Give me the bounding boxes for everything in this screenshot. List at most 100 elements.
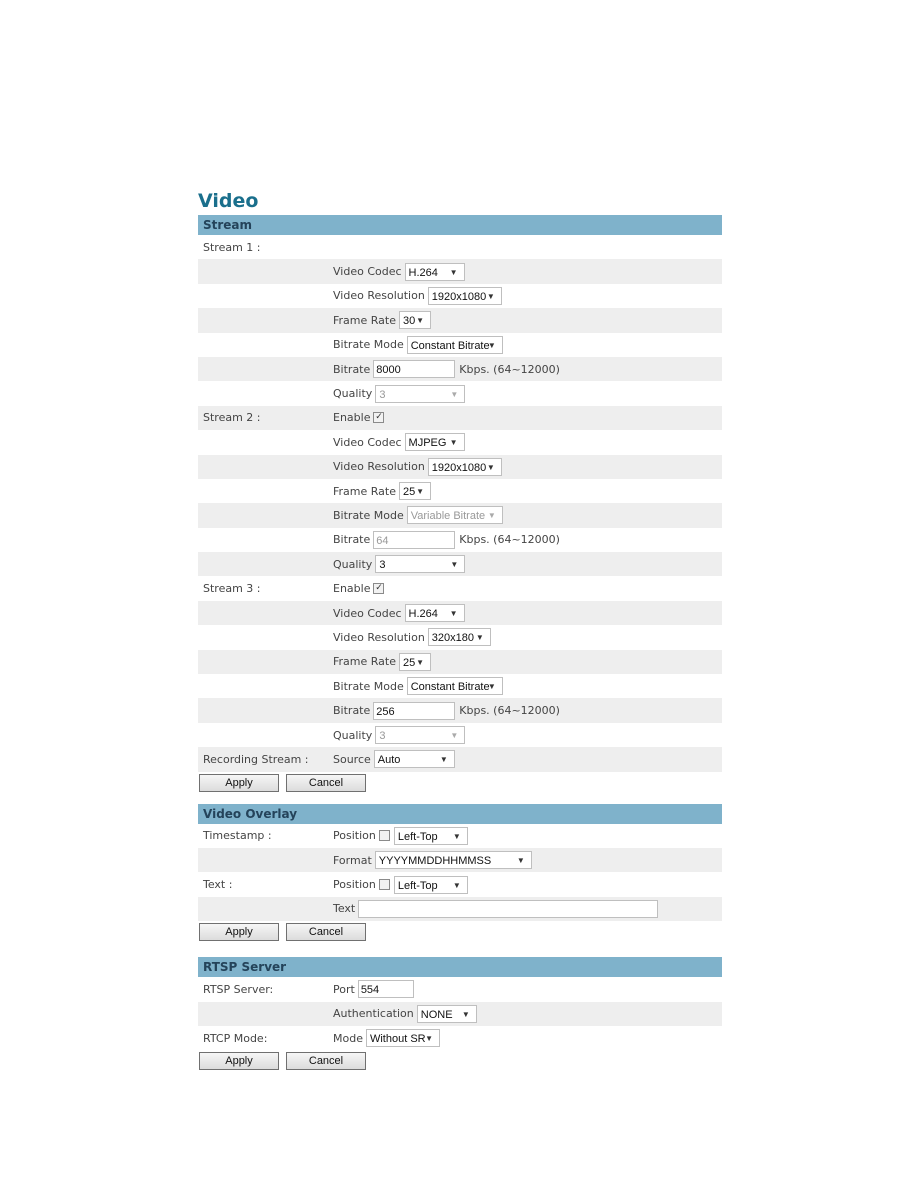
timestamp-format-row: Format YYYYMMDDHHMMSS ▼ (198, 847, 722, 873)
video-settings-page: Video Stream Stream 1 : Video Codec H.26… (198, 188, 722, 1072)
stream3-bitrate-mode-select[interactable]: Constant Bitrate ▼ (406, 677, 503, 696)
stream1-video-codec-select[interactable]: H.264 ▼ (404, 262, 465, 281)
text-enable-checkbox[interactable] (378, 879, 390, 891)
chevron-down-icon: ▼ (461, 1009, 470, 1019)
chevron-down-icon: ▼ (452, 880, 461, 890)
stream3-bitrate-input[interactable]: 256 (373, 701, 456, 720)
selected-value: Left-Top (397, 879, 438, 892)
quality-label: Quality (333, 557, 373, 571)
chevron-down-icon: ▼ (450, 389, 459, 399)
chevron-down-icon: ▼ (452, 831, 461, 841)
stream3-resolution-select[interactable]: 320x180 ▼ (427, 628, 491, 647)
stream1-quality-row: Quality 3 ▼ (198, 381, 722, 405)
stream3-framerate-row: Frame Rate 25 ▼ (198, 649, 722, 675)
stream2-video-codec-select[interactable]: MJPEG ▼ (404, 433, 465, 452)
chevron-down-icon: ▼ (487, 511, 496, 521)
stream3-enable-checkbox[interactable]: ✓ (373, 583, 385, 595)
mode-label: Mode (333, 1031, 363, 1045)
stream3-frame-rate-select[interactable]: 25 ▼ (399, 652, 431, 671)
recording-stream-row: Recording Stream : Source Auto ▼ (198, 747, 722, 772)
stream3-quality-row: Quality 3 ▼ (198, 723, 722, 747)
stream2-label: Stream 2 : (203, 411, 261, 425)
rtsp-apply-button[interactable]: Apply (199, 1052, 279, 1071)
selected-value: 25 (403, 656, 416, 669)
selected-value: Variable Bitrate (410, 510, 486, 523)
recording-source-select[interactable]: Auto ▼ (373, 750, 455, 769)
stream1-bitrate-row: Bitrate 8000 Kbps. (64~12000) (198, 356, 722, 382)
position-label: Position (333, 878, 376, 892)
stream1-quality-select[interactable]: 3 ▼ (375, 384, 466, 403)
stream1-bitrate-input[interactable]: 8000 (373, 360, 456, 379)
video-resolution-label: Video Resolution (333, 460, 425, 474)
stream2-bitrate-input[interactable]: 64 (373, 530, 456, 549)
bitrate-label: Bitrate (333, 362, 371, 376)
selected-value: 3 (379, 559, 386, 572)
rtsp-auth-row: Authentication NONE ▼ (198, 1001, 722, 1026)
chevron-down-icon: ▼ (449, 267, 458, 277)
frame-rate-label: Frame Rate (333, 655, 396, 669)
rtsp-server-label: RTSP Server: (203, 982, 274, 996)
video-overlay-section-header: Video Overlay (198, 803, 722, 824)
stream3-video-codec-select[interactable]: H.264 ▼ (404, 604, 465, 623)
stream1-label: Stream 1 : (203, 240, 261, 254)
selected-value: 1920x1080 (431, 461, 487, 474)
rtcp-mode-select[interactable]: Without SR ▼ (365, 1029, 440, 1048)
stream-buttons: Apply Cancel (198, 772, 722, 794)
overlay-cancel-button[interactable]: Cancel (286, 923, 366, 942)
bitrate-mode-label: Bitrate Mode (333, 508, 404, 522)
chevron-down-icon: ▼ (416, 657, 424, 667)
stream2-frame-rate-select[interactable]: 25 ▼ (399, 482, 431, 501)
source-label: Source (333, 752, 371, 766)
stream3-label: Stream 3 : (203, 582, 261, 596)
selected-value: H.264 (408, 608, 438, 621)
timestamp-position-select[interactable]: Left-Top ▼ (393, 826, 468, 845)
stream1-frame-rate-select[interactable]: 30 ▼ (399, 311, 431, 330)
timestamp-format-select[interactable]: YYYYMMDDHHMMSS ▼ (374, 851, 532, 870)
rtcp-mode-label: RTCP Mode: (203, 1031, 268, 1045)
overlay-text-input[interactable] (358, 899, 659, 918)
timestamp-position-row: Timestamp : Position Left-Top ▼ (198, 824, 722, 848)
stream1-framerate-row: Frame Rate 30 ▼ (198, 308, 722, 333)
rtsp-cancel-button[interactable]: Cancel (286, 1052, 366, 1071)
chevron-down-icon: ▼ (486, 291, 495, 301)
stream2-quality-row: Quality 3 ▼ (198, 552, 722, 577)
timestamp-enable-checkbox[interactable] (378, 830, 390, 842)
stream3-bitrate-row: Bitrate 256 Kbps. (64~12000) (198, 698, 722, 723)
selected-value: MJPEG (408, 437, 447, 450)
stream2-bitrate-mode-select[interactable]: Variable Bitrate ▼ (406, 506, 503, 525)
stream2-resolution-select[interactable]: 1920x1080 ▼ (427, 457, 502, 476)
stream3-quality-select[interactable]: 3 ▼ (375, 726, 466, 744)
selected-value: YYYYMMDDHHMMSS (378, 855, 492, 868)
stream1-bitrate-mode-select[interactable]: Constant Bitrate ▼ (406, 335, 503, 354)
rtsp-authentication-select[interactable]: NONE ▼ (416, 1004, 477, 1023)
quality-label: Quality (333, 728, 373, 742)
stream3-enable-row: Stream 3 : Enable ✓ (198, 576, 722, 600)
port-label: Port (333, 982, 355, 996)
rtsp-port-row: RTSP Server: Port 554 (198, 977, 722, 1001)
chevron-down-icon: ▼ (425, 1034, 433, 1044)
page-title: Video (198, 190, 259, 212)
bitrate-unit: Kbps. (64~12000) (459, 533, 560, 547)
bitrate-mode-label: Bitrate Mode (333, 338, 404, 352)
chevron-down-icon: ▼ (516, 856, 525, 866)
overlay-apply-button[interactable]: Apply (199, 923, 279, 942)
rtsp-buttons: Apply Cancel (198, 1050, 722, 1072)
enable-label: Enable (333, 582, 371, 596)
selected-value: 25 (403, 486, 416, 499)
chevron-down-icon: ▼ (487, 340, 496, 350)
text-position-select[interactable]: Left-Top ▼ (393, 875, 468, 894)
chevron-down-icon: ▼ (449, 609, 458, 619)
stream2-enable-checkbox[interactable]: ✓ (373, 412, 385, 424)
stream3-codec-row: Video Codec H.264 ▼ (198, 600, 722, 626)
stream-cancel-button[interactable]: Cancel (286, 773, 366, 792)
stream1-resolution-select[interactable]: 1920x1080 ▼ (427, 286, 502, 305)
stream2-codec-row: Video Codec MJPEG ▼ (198, 430, 722, 454)
selected-value: NONE (420, 1008, 453, 1021)
enable-label: Enable (333, 411, 371, 425)
rtsp-port-input[interactable]: 554 (357, 980, 414, 999)
bitrate-label: Bitrate (333, 533, 371, 547)
stream-apply-button[interactable]: Apply (199, 773, 279, 792)
overlay-buttons: Apply Cancel (198, 921, 722, 943)
video-resolution-label: Video Resolution (333, 630, 425, 644)
stream2-quality-select[interactable]: 3 ▼ (375, 555, 466, 574)
